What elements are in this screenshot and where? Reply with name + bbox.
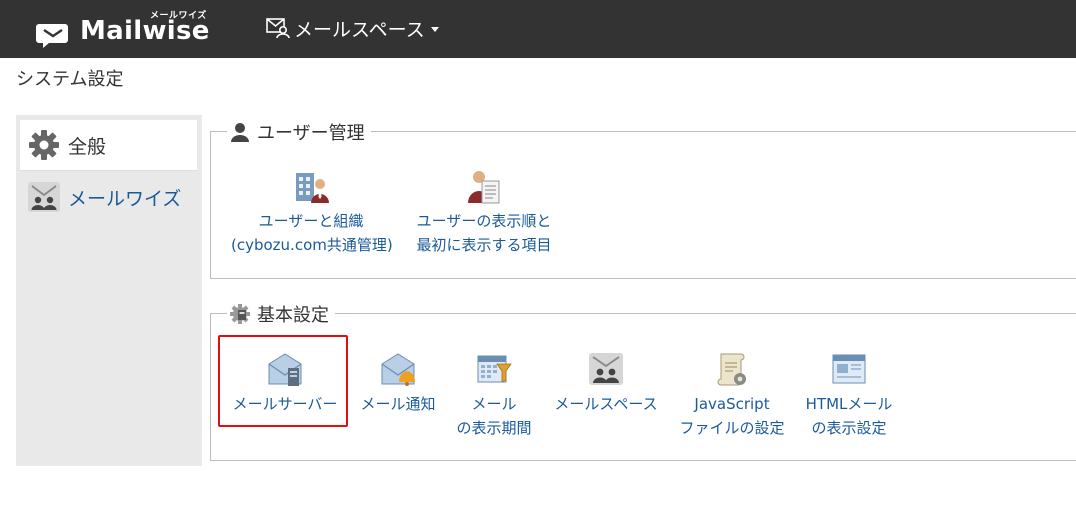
sidebar-item-label: メールワイズ — [68, 187, 182, 210]
mail-space-link[interactable]: メールスペース — [551, 350, 661, 416]
chevron-down-icon — [430, 26, 439, 32]
user-display-order-link[interactable]: ユーザーの表示順と 最初に表示する項目 — [409, 167, 559, 257]
mailspace-menu[interactable]: メールスペース — [266, 14, 439, 42]
sidebar-item-mailwise[interactable]: メールワイズ — [20, 172, 197, 222]
link-label-line2: ファイルの設定 — [679, 419, 785, 437]
top-bar: メールワイズ Mailwise メールスペース — [0, 0, 1076, 58]
sidebar-item-general[interactable]: 全般 — [20, 120, 197, 171]
link-label-line2: 最初に表示する項目 — [416, 236, 552, 254]
settings-gear-icon — [230, 304, 250, 324]
sidebar: 全般 メールワイズ — [16, 115, 202, 466]
script-gear-icon — [717, 353, 746, 386]
link-label-line1: ユーザーと組織 — [258, 212, 364, 230]
calendar-filter-icon — [477, 355, 512, 383]
link-label-line1: メール — [471, 395, 517, 413]
link-label-line1: メール通知 — [360, 395, 436, 413]
organization-icon — [296, 173, 329, 203]
link-label-line1: ユーザーの表示順と — [416, 212, 552, 230]
page-title: システム設定 — [16, 69, 124, 90]
users-and-organizations-link[interactable]: ユーザーと組織 (cybozu.com共通管理) — [231, 167, 393, 257]
javascript-settings-link[interactable]: JavaScript ファイルの設定 — [673, 350, 791, 440]
section-title: 基本設定 — [257, 305, 329, 326]
link-label-line1: メールスペース — [554, 395, 658, 413]
html-mail-settings-link[interactable]: HTMLメール の表示設定 — [797, 350, 901, 440]
user-management-section: ユーザー管理 ユーザーと組織 (cybozu.com共通管理) ユーザーの表示順… — [210, 119, 1076, 279]
link-label-line2: の表示設定 — [811, 419, 887, 437]
link-label-line1: JavaScript — [694, 395, 770, 413]
link-label-line2: の表示期間 — [456, 419, 532, 437]
link-label-line2: (cybozu.com共通管理) — [231, 236, 393, 254]
user-document-icon — [468, 171, 500, 204]
section-title: ユーザー管理 — [257, 123, 365, 144]
sidebar-item-label: 全般 — [68, 135, 107, 158]
section-legend: ユーザー管理 — [227, 119, 371, 145]
mail-notification-icon — [381, 353, 415, 386]
mailwise-logo-icon — [36, 24, 68, 48]
section-legend: 基本設定 — [227, 301, 335, 327]
gear-icon — [29, 130, 59, 160]
mail-notification-link[interactable]: メール通知 — [351, 350, 445, 416]
mailspace-users-icon — [589, 353, 623, 385]
link-label-line1: HTMLメール — [805, 395, 893, 413]
html-mail-icon — [832, 354, 866, 384]
highlight-box — [218, 335, 348, 427]
mailwise-users-icon — [28, 182, 60, 212]
mail-display-period-link[interactable]: メール の表示期間 — [447, 350, 541, 440]
mailspace-menu-label: メールスペース — [294, 18, 425, 41]
logo-text: Mailwise — [80, 16, 210, 46]
user-icon — [231, 123, 249, 142]
mailspace-user-icon — [266, 18, 290, 39]
